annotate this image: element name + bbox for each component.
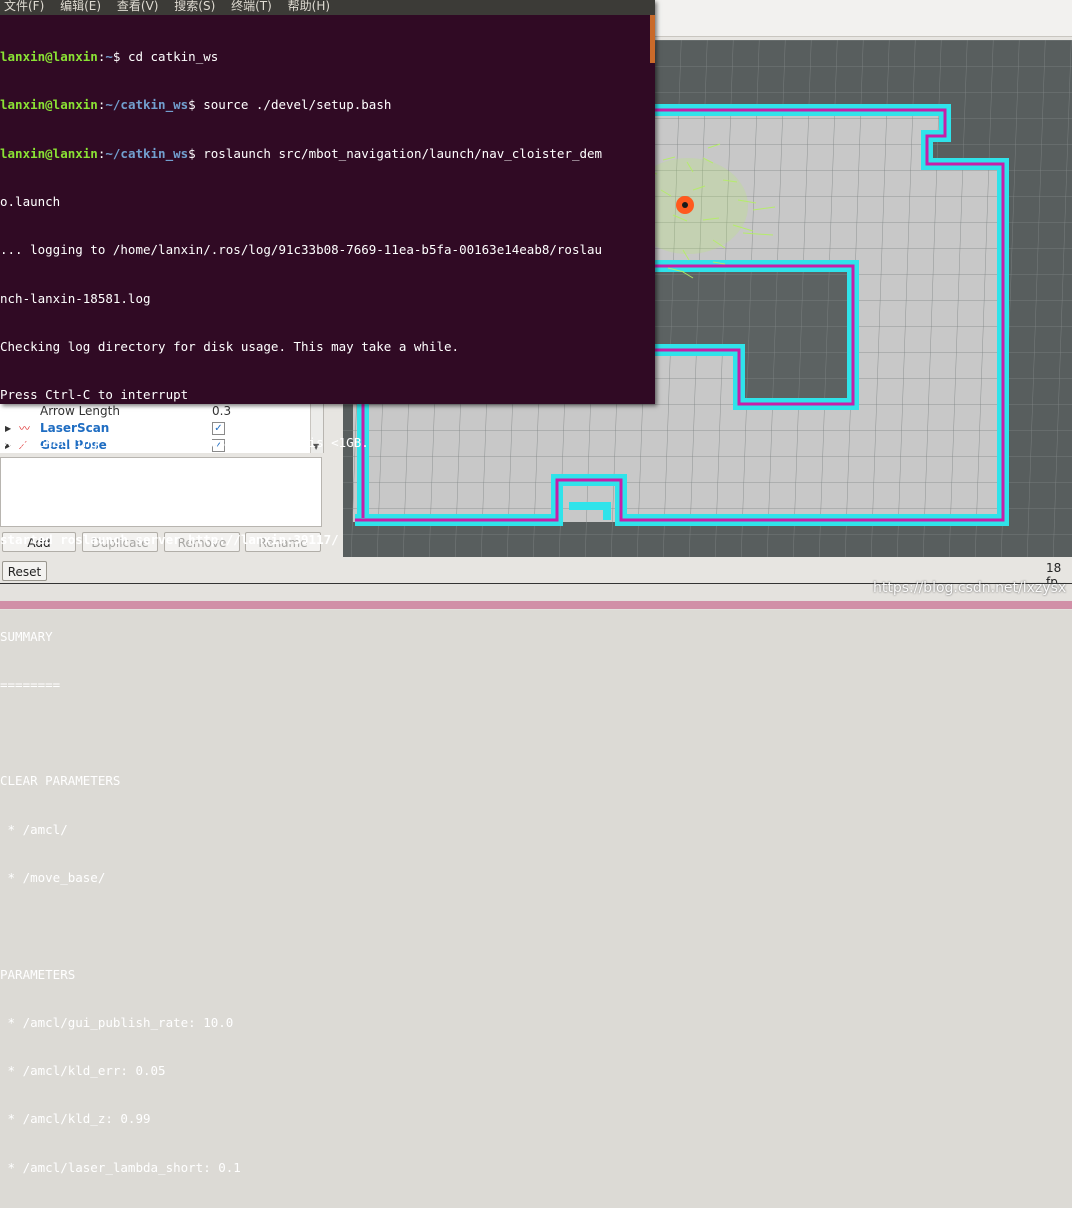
rviz-toolbar — [655, 0, 1072, 37]
menu-help[interactable]: 帮助(H) — [288, 0, 330, 13]
terminal-window[interactable]: 文件(F) 编辑(E) 查看(V) 搜索(S) 终端(T) 帮助(H) lanx… — [0, 0, 655, 1175]
watermark: https://blog.csdn.net/lxzysx — [873, 580, 1067, 596]
menu-file[interactable]: 文件(F) — [4, 0, 44, 13]
output-line: ======== — [0, 676, 61, 692]
output-line: * /move_base/ — [0, 869, 106, 885]
robot-marker — [676, 196, 694, 214]
terminal-scrollbar[interactable] — [650, 15, 655, 63]
output-line: CLEAR PARAMETERS — [0, 773, 121, 789]
output-line: PARAMETERS — [0, 966, 76, 982]
output-line: started roslaunch server http://lanxin:3… — [0, 532, 339, 547]
menu-view[interactable]: 查看(V) — [117, 0, 159, 13]
output-line: SUMMARY — [0, 628, 53, 644]
menu-terminal[interactable]: 终端(T) — [231, 0, 272, 13]
output-line: * /amcl/laser_lambda_short: 0.1 — [0, 1159, 241, 1175]
output-line: o.launch — [0, 194, 61, 210]
output-line: * /amcl/kld_z: 0.99 — [0, 1111, 151, 1127]
output-line: * /amcl/kld_err: 0.05 — [0, 1063, 166, 1079]
menu-edit[interactable]: 编辑(E) — [60, 0, 101, 13]
output-line: Checking log directory for disk usage. T… — [0, 338, 460, 354]
output-line: * /amcl/gui_publish_rate: 10.0 — [0, 1014, 234, 1030]
output-line: nch-lanxin-18581.log — [0, 290, 151, 306]
command-line: lanxin@lanxin:~/catkin_ws$ roslaunch src… — [0, 145, 603, 161]
terminal-output[interactable]: lanxin@lanxin:~$ cd catkin_ws lanxin@lan… — [0, 17, 650, 1208]
output-line: ... logging to /home/lanxin/.ros/log/91c… — [0, 242, 603, 258]
terminal-menubar: 文件(F) 编辑(E) 查看(V) 搜索(S) 终端(T) 帮助(H) — [0, 0, 655, 15]
command-line: lanxin@lanxin:~/catkin_ws$ source ./deve… — [0, 97, 392, 113]
menu-search[interactable]: 搜索(S) — [174, 0, 215, 13]
output-line: Done checking log file disk usage. Usage… — [0, 435, 369, 451]
output-line: * /amcl/ — [0, 821, 68, 837]
output-line: Press Ctrl-C to interrupt — [0, 387, 189, 403]
command-line: lanxin@lanxin:~$ cd catkin_ws — [0, 49, 219, 65]
